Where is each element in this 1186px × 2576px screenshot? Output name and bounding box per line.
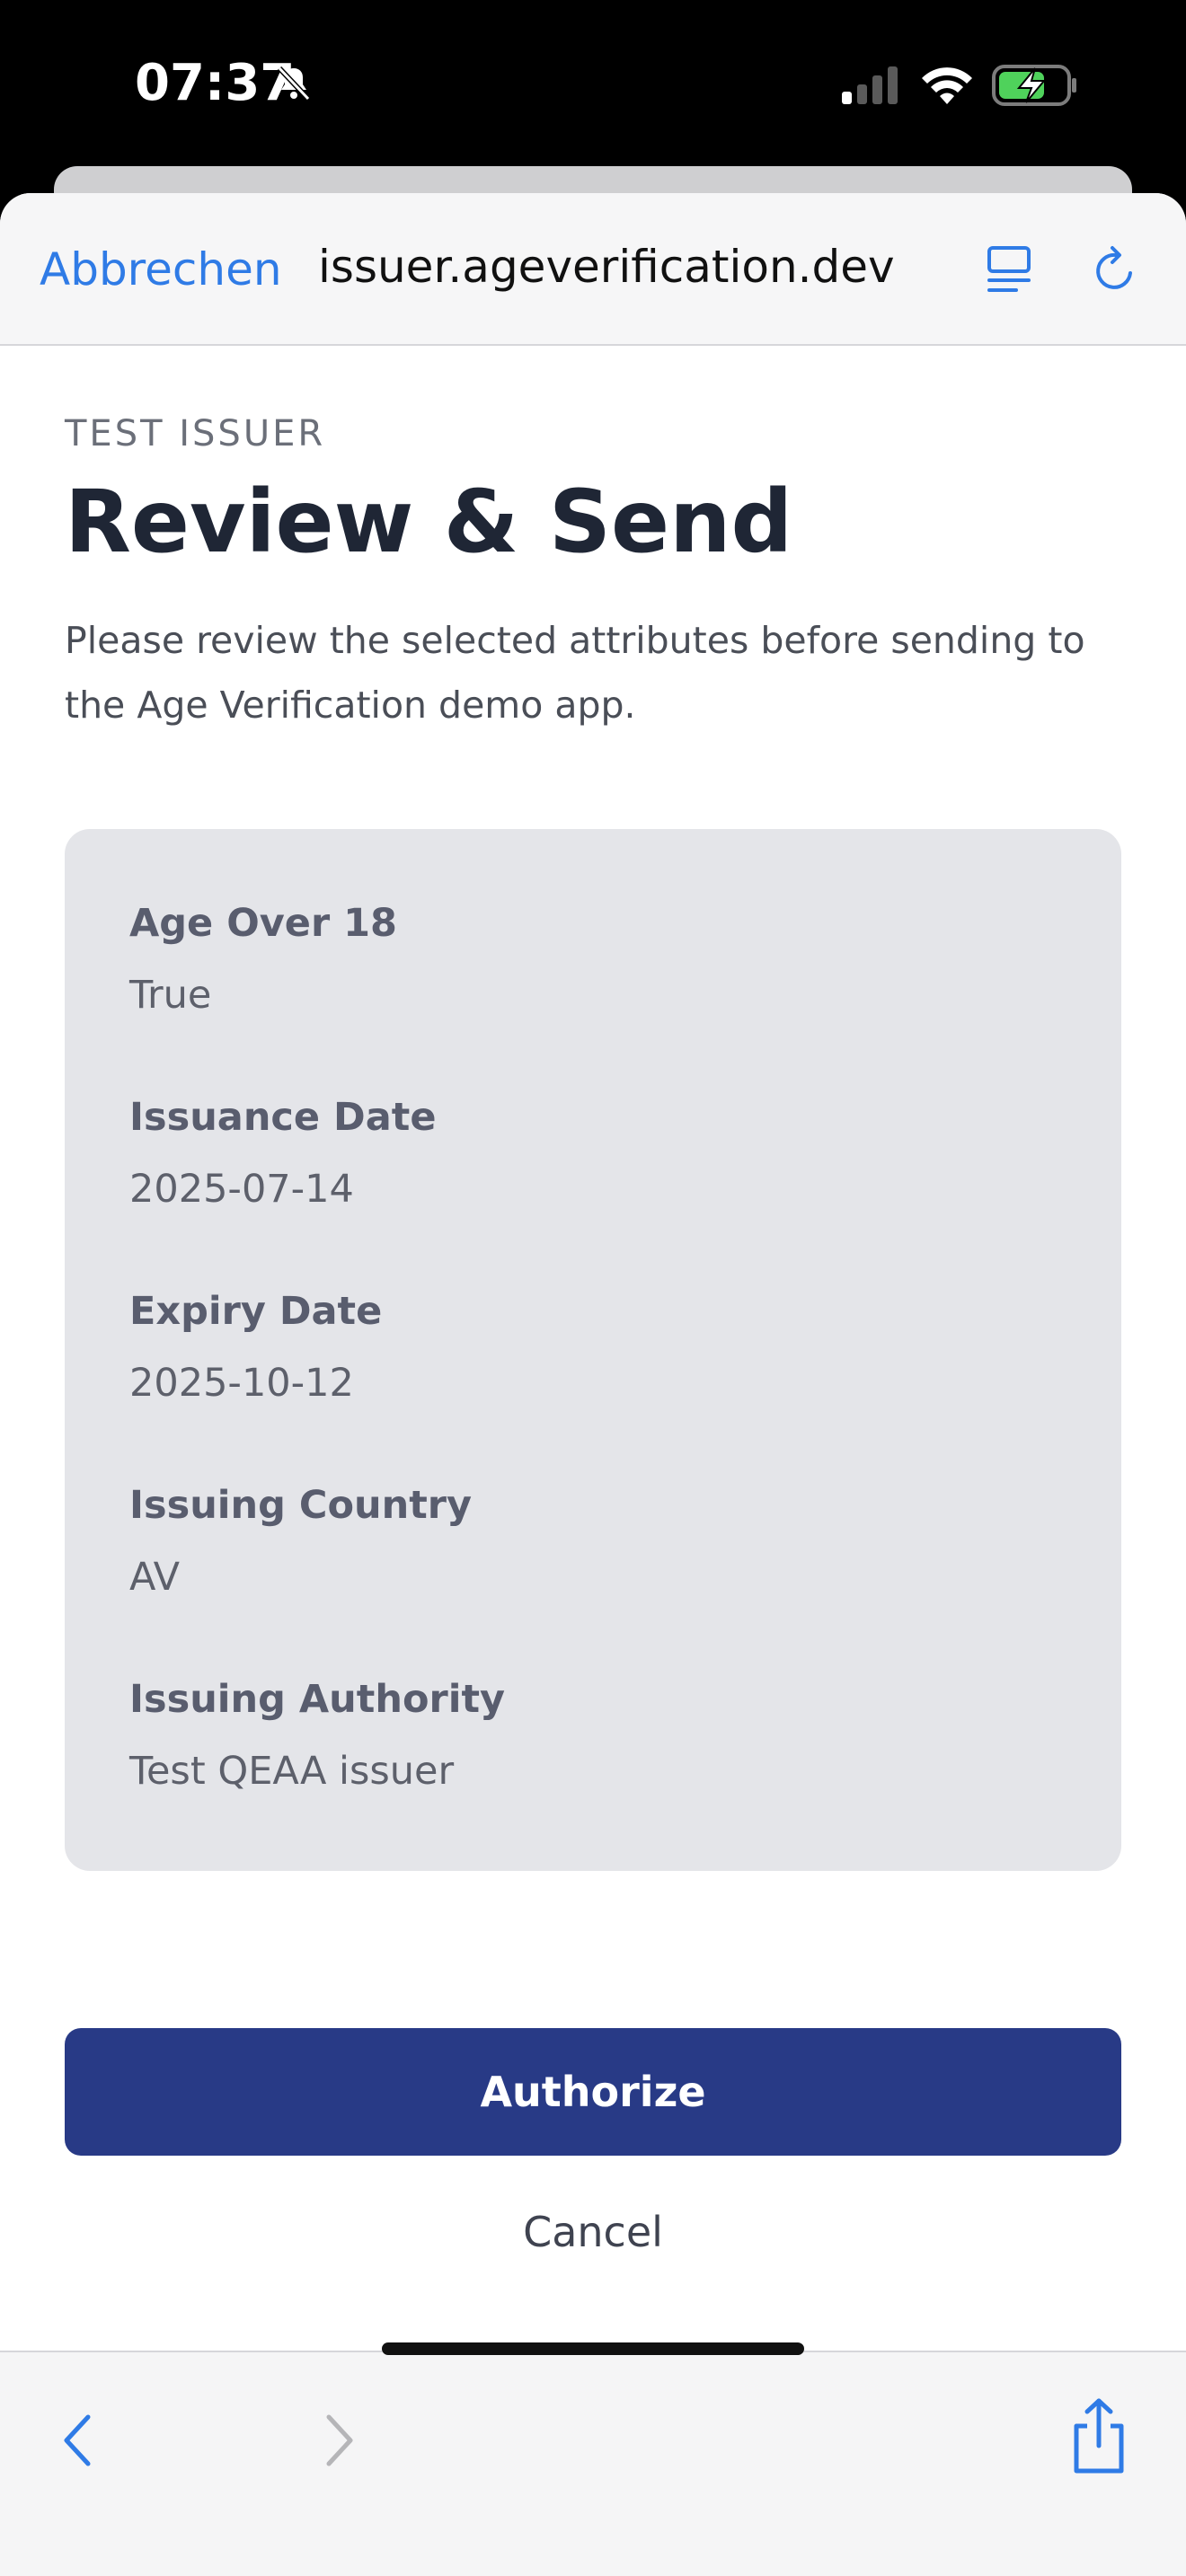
home-indicator	[382, 2342, 804, 2355]
attribute-value: AV	[129, 1555, 181, 1600]
browser-nav-bar: Abbrechen issuer.ageverification.dev	[0, 193, 1186, 346]
attribute-label: Age Over 18	[129, 901, 397, 946]
status-bar: 07:37	[0, 0, 1186, 171]
browser-sheet: Abbrechen issuer.ageverification.dev TES…	[0, 193, 1186, 2576]
attribute-value: True	[129, 973, 212, 1018]
reload-icon[interactable]	[1089, 241, 1141, 298]
reader-mode-icon[interactable]	[984, 243, 1034, 296]
attribute-label: Issuing Authority	[129, 1677, 506, 1722]
attribute-value: 2025-07-14	[129, 1167, 354, 1212]
abbrechen-button[interactable]: Abbrechen	[40, 243, 282, 296]
attribute-issuing-country: Issuing Country AV	[129, 1483, 472, 1600]
authorize-button[interactable]: Authorize	[65, 2028, 1121, 2156]
attribute-value: 2025-10-12	[129, 1361, 354, 1406]
wifi-icon	[922, 67, 972, 104]
cancel-button[interactable]: Cancel	[65, 2192, 1121, 2272]
back-chevron-icon[interactable]	[56, 2408, 101, 2473]
issuer-eyebrow: TEST ISSUER	[65, 413, 326, 454]
attribute-label: Expiry Date	[129, 1289, 383, 1334]
attribute-label: Issuance Date	[129, 1095, 437, 1140]
share-icon[interactable]	[1067, 2395, 1130, 2476]
cellular-signal-icon	[842, 66, 898, 104]
attribute-issuance-date: Issuance Date 2025-07-14	[129, 1095, 436, 1212]
browser-toolbar	[0, 2351, 1186, 2576]
attribute-expiry-date: Expiry Date 2025-10-12	[129, 1289, 382, 1406]
url-label: issuer.ageverification.dev	[318, 241, 895, 293]
bell-slash-icon	[277, 66, 311, 101]
status-time: 07:37	[135, 54, 296, 112]
attribute-label: Issuing Country	[129, 1483, 473, 1528]
attribute-issuing-authority: Issuing Authority Test QEAA issuer	[129, 1677, 505, 1794]
battery-charging-icon	[992, 65, 1076, 106]
page-title: Review & Send	[65, 472, 793, 572]
attribute-value: Test QEAA issuer	[129, 1749, 455, 1794]
attribute-age-over-18: Age Over 18 True	[129, 901, 397, 1018]
page-description: Please review the selected attributes be…	[65, 619, 1085, 727]
attributes-card: Age Over 18 True Issuance Date 2025-07-1…	[65, 829, 1121, 1871]
forward-chevron-icon[interactable]	[316, 2408, 361, 2473]
